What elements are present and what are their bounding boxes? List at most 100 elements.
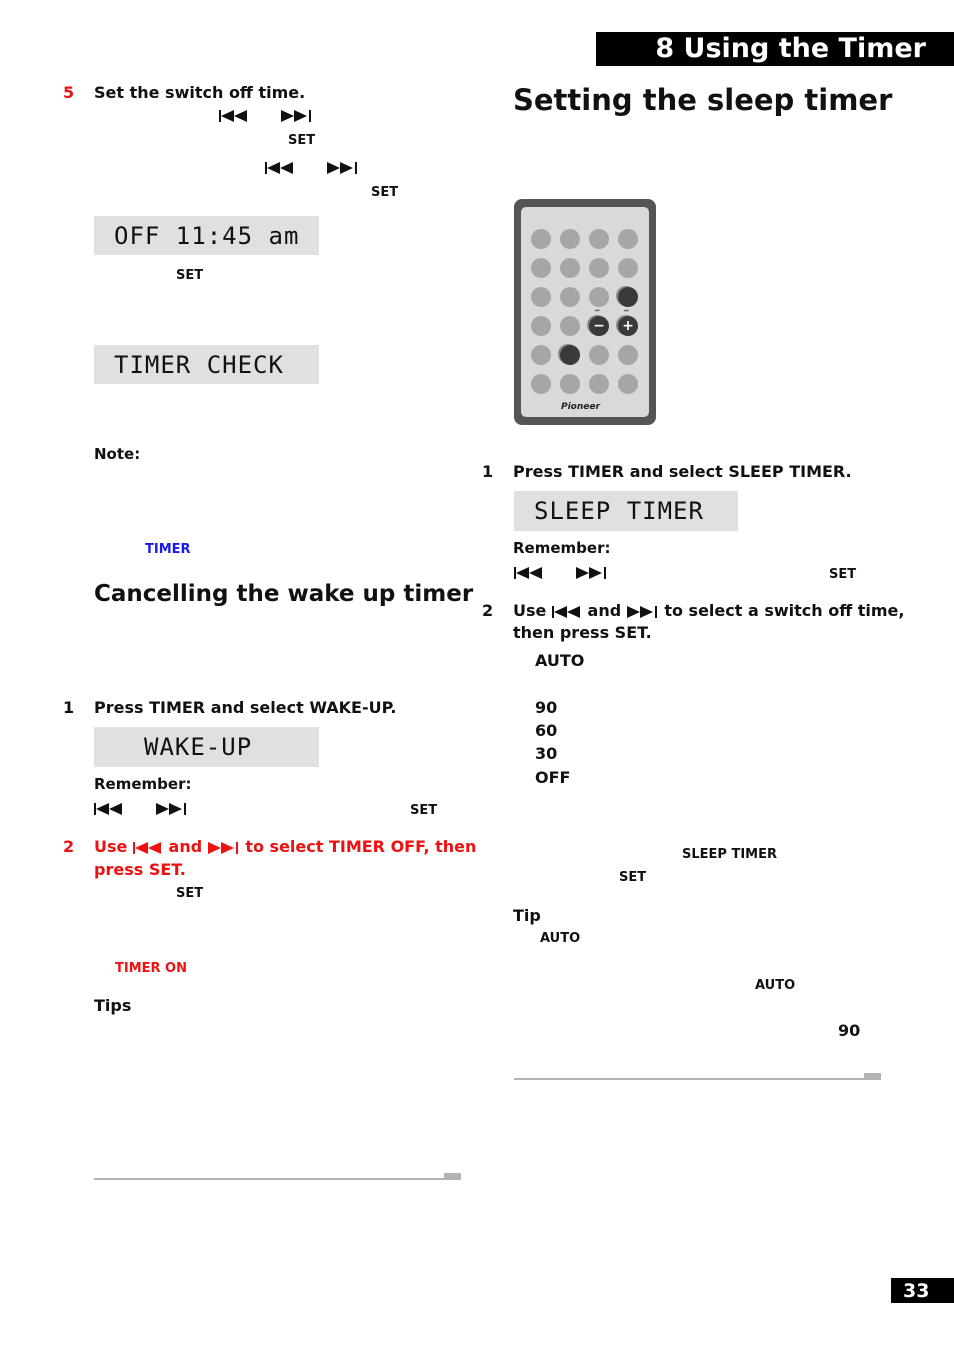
lcd-display-sleep-timer: SLEEP TIMER <box>514 491 738 531</box>
remote-button <box>531 258 551 278</box>
remote-button <box>531 374 551 394</box>
remote-button <box>618 374 638 394</box>
remote-button <box>618 229 638 249</box>
step-2-rest: to select a switch off time, <box>664 601 905 620</box>
skip-forward-icon <box>576 567 606 579</box>
option-off: OFF <box>535 768 571 787</box>
tip-90-value: 90 <box>838 1021 861 1040</box>
remote-timer-button <box>618 287 638 307</box>
remote-button <box>589 229 609 249</box>
remote-button <box>531 229 551 249</box>
step-2-rest: to select TIMER OFF, then <box>245 837 477 856</box>
page-number-badge: 33 <box>891 1278 954 1303</box>
remote-button <box>618 258 638 278</box>
remote-control-illustration: ⏮ ⏭ − + Pioneer <box>514 199 656 425</box>
section-divider-tab <box>444 1173 461 1180</box>
remote-button <box>589 258 609 278</box>
lcd-text: WAKE-UP <box>144 733 253 761</box>
step-2-text: Use and to select a switch off time, <box>513 601 904 620</box>
skip-back-icon <box>514 567 542 579</box>
remote-button <box>618 345 638 365</box>
step-5-text: Set the switch off time. <box>94 83 306 102</box>
skip-forward-icon <box>207 841 238 854</box>
remote-button <box>531 287 551 307</box>
skip-forward-icon <box>327 162 357 174</box>
remote-button <box>560 287 580 307</box>
step-number-1: 1 <box>482 462 494 481</box>
skip-forward-icon <box>156 803 186 815</box>
step-2-use: Use <box>513 601 547 620</box>
tip-label: Tip <box>513 906 541 925</box>
remote-set-button <box>560 345 580 365</box>
remember-label: Remember: <box>94 775 192 793</box>
step-2-and: and <box>168 837 203 856</box>
timer-on-highlight: TIMER ON <box>115 961 187 976</box>
step-number-2: 2 <box>482 601 494 620</box>
remote-plus-button: + <box>618 316 638 336</box>
section-title-cancel-wakeup: Cancelling the wake up timer <box>94 581 474 607</box>
chapter-title-bar: 8 Using the Timer <box>596 32 954 66</box>
section-title-sleep-timer: Setting the sleep timer <box>513 83 893 117</box>
step-1-text: Press TIMER and select SLEEP TIMER. <box>513 462 852 481</box>
step-2-text: Use and to select TIMER OFF, then <box>94 837 476 856</box>
skip-forward-icon <box>626 605 657 618</box>
plus-icon: + <box>622 318 634 334</box>
remote-button <box>560 258 580 278</box>
set-label: SET <box>829 567 857 582</box>
note-label: Note: <box>94 445 141 463</box>
section-divider-tab <box>864 1073 881 1080</box>
step-2-and: and <box>587 601 622 620</box>
remember-label: Remember: <box>513 539 611 557</box>
pioneer-logo: Pioneer <box>561 402 600 412</box>
option-30: 30 <box>535 744 558 763</box>
option-90: 90 <box>535 698 558 717</box>
step-number-1: 1 <box>63 698 75 717</box>
remote-button <box>589 287 609 307</box>
step-2-line2: then press SET. <box>513 623 652 642</box>
step-1-text: Press TIMER and select WAKE-UP. <box>94 698 397 717</box>
remote-button <box>589 345 609 365</box>
remote-button <box>560 229 580 249</box>
set-label: SET <box>176 886 204 901</box>
lcd-text: SLEEP TIMER <box>534 497 704 525</box>
set-label: SET <box>176 268 204 283</box>
step-number-2: 2 <box>63 837 75 856</box>
step-2-use: Use <box>94 837 128 856</box>
chapter-title: 8 Using the Timer <box>655 33 926 64</box>
lcd-display-wake-up: WAKE-UP <box>94 727 319 767</box>
remote-button <box>560 374 580 394</box>
tip-auto-label: AUTO <box>540 931 581 946</box>
timer-highlight: TIMER <box>145 542 191 557</box>
remote-button <box>589 374 609 394</box>
option-auto: AUTO <box>535 651 585 670</box>
next-label-icon: ⏭ <box>624 308 629 314</box>
set-label: SET <box>371 185 399 200</box>
remote-minus-button: − <box>589 316 609 336</box>
section-divider <box>514 1078 864 1080</box>
sleep-timer-label: SLEEP TIMER <box>682 847 777 862</box>
skip-back-icon <box>132 841 161 854</box>
remote-face: ⏮ ⏭ − + Pioneer <box>521 207 649 417</box>
section-divider <box>94 1178 444 1180</box>
tip-auto-label: AUTO <box>755 978 796 993</box>
minus-icon: − <box>593 318 605 334</box>
set-label: SET <box>410 803 438 818</box>
lcd-text: TIMER CHECK <box>114 350 284 379</box>
prev-label-icon: ⏮ <box>595 308 600 314</box>
step-number-5: 5 <box>63 83 75 102</box>
skip-back-icon <box>94 803 122 815</box>
remote-button <box>560 316 580 336</box>
skip-back-icon <box>219 110 247 122</box>
tips-label: Tips <box>94 996 132 1015</box>
lcd-display-timer-check: TIMER CHECK <box>94 345 319 384</box>
remote-button <box>531 316 551 336</box>
option-60: 60 <box>535 721 558 740</box>
step-2-line2: press SET. <box>94 860 186 879</box>
set-label: SET <box>619 870 647 885</box>
skip-forward-icon <box>281 110 311 122</box>
skip-back-icon <box>265 162 293 174</box>
page-number: 33 <box>903 1280 930 1302</box>
lcd-display-off-time: OFF 11:45 am <box>94 216 319 255</box>
set-label: SET <box>288 133 316 148</box>
remote-button <box>531 345 551 365</box>
